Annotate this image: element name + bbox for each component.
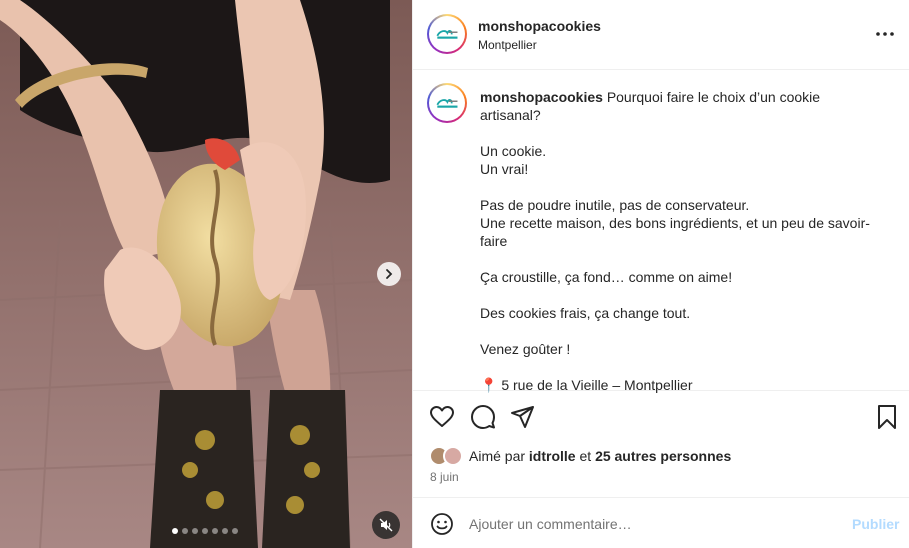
carousel-dot bbox=[182, 528, 188, 534]
liker-avatar bbox=[443, 446, 463, 466]
next-slide-button[interactable] bbox=[377, 262, 401, 286]
caption-line: Pas de poudre inutile, pas de conservate… bbox=[480, 197, 750, 213]
carousel-dot bbox=[212, 528, 218, 534]
caption-line: Venez goûter ! bbox=[480, 341, 571, 357]
publish-button[interactable]: Publier bbox=[852, 516, 899, 532]
caption-line: Ça croustille, ça fond… comme on aime! bbox=[480, 269, 733, 285]
paper-plane-icon[interactable] bbox=[510, 404, 536, 430]
caption-line: Des cookies frais, ça change tout. bbox=[480, 305, 691, 321]
caption-line: Une recette maison, des bons ingrédients… bbox=[480, 215, 870, 231]
likes-others[interactable]: 25 autres personnes bbox=[595, 448, 731, 464]
avatar[interactable] bbox=[427, 14, 467, 54]
post-actions bbox=[413, 404, 909, 432]
post-header: monshopacookies Montpellier bbox=[413, 0, 909, 70]
avatar[interactable] bbox=[427, 83, 467, 123]
likes-summary[interactable]: Aimé par idtrolle et 25 autres personnes bbox=[429, 445, 731, 467]
caption-line: Un cookie. bbox=[480, 143, 547, 159]
caption-location-line: 📍 5 rue de la Vieille – Montpellier bbox=[480, 377, 693, 393]
likes-joiner: et bbox=[579, 448, 592, 464]
heart-icon[interactable] bbox=[429, 404, 455, 430]
carousel-dot bbox=[172, 528, 178, 534]
chevron-right-icon bbox=[386, 269, 393, 279]
likes-prefix: Aimé par bbox=[469, 448, 526, 464]
post-date[interactable]: 8 juin bbox=[430, 470, 459, 484]
carousel-dot bbox=[192, 528, 198, 534]
brand-logo-icon bbox=[436, 29, 458, 39]
caption-line: Un vrai! bbox=[480, 161, 529, 177]
post-details-panel: monshopacookies Montpellier monshopacook… bbox=[412, 0, 909, 548]
post-author-username[interactable]: monshopacookies bbox=[478, 18, 601, 34]
mute-button[interactable] bbox=[372, 511, 400, 539]
comment-icon[interactable] bbox=[470, 404, 496, 430]
comment-bar: Publier bbox=[413, 497, 909, 548]
caption-line: faire bbox=[480, 233, 508, 249]
likes-user[interactable]: idtrolle bbox=[529, 448, 576, 464]
caption-section: monshopacookies Pourquoi faire le choix … bbox=[413, 71, 909, 394]
post-caption: monshopacookies Pourquoi faire le choix … bbox=[480, 88, 880, 394]
carousel-dot bbox=[222, 528, 228, 534]
carousel-dot bbox=[232, 528, 238, 534]
more-horizontal-icon[interactable] bbox=[875, 28, 895, 40]
caption-username[interactable]: monshopacookies bbox=[480, 89, 603, 105]
video-frame bbox=[0, 0, 412, 548]
post-location[interactable]: Montpellier bbox=[478, 38, 537, 52]
brand-logo-icon bbox=[436, 98, 458, 108]
speaker-muted-icon bbox=[379, 518, 393, 532]
carousel-dot bbox=[202, 528, 208, 534]
smiley-icon[interactable] bbox=[430, 512, 454, 536]
post-media[interactable] bbox=[0, 0, 412, 548]
bookmark-icon[interactable] bbox=[874, 404, 900, 430]
carousel-indicator bbox=[172, 528, 238, 534]
comment-input[interactable] bbox=[469, 512, 839, 536]
